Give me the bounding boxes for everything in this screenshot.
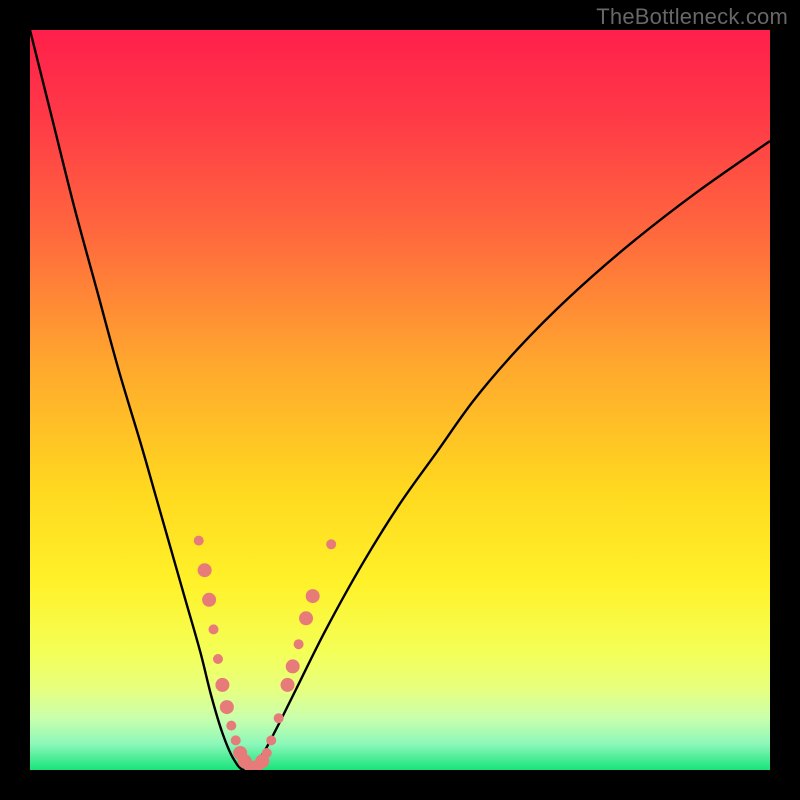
marker-dot bbox=[326, 539, 336, 549]
marker-dot bbox=[198, 563, 212, 577]
gradient-background bbox=[30, 30, 770, 770]
marker-dot bbox=[231, 735, 241, 745]
marker-dot bbox=[213, 654, 223, 664]
marker-dot bbox=[274, 713, 284, 723]
plot-area bbox=[30, 30, 770, 770]
marker-dot bbox=[286, 659, 300, 673]
marker-dot bbox=[294, 639, 304, 649]
marker-dot bbox=[215, 678, 229, 692]
marker-dot bbox=[262, 748, 272, 758]
marker-dot bbox=[209, 624, 219, 634]
marker-dot bbox=[220, 700, 234, 714]
marker-dot bbox=[306, 589, 320, 603]
bottleneck-chart bbox=[30, 30, 770, 770]
marker-dot bbox=[299, 611, 313, 625]
watermark-text: TheBottleneck.com bbox=[596, 4, 788, 30]
marker-dot bbox=[194, 536, 204, 546]
marker-dot bbox=[281, 678, 295, 692]
marker-dot bbox=[202, 593, 216, 607]
chart-frame: TheBottleneck.com bbox=[0, 0, 800, 800]
marker-dot bbox=[266, 735, 276, 745]
marker-dot bbox=[226, 721, 236, 731]
